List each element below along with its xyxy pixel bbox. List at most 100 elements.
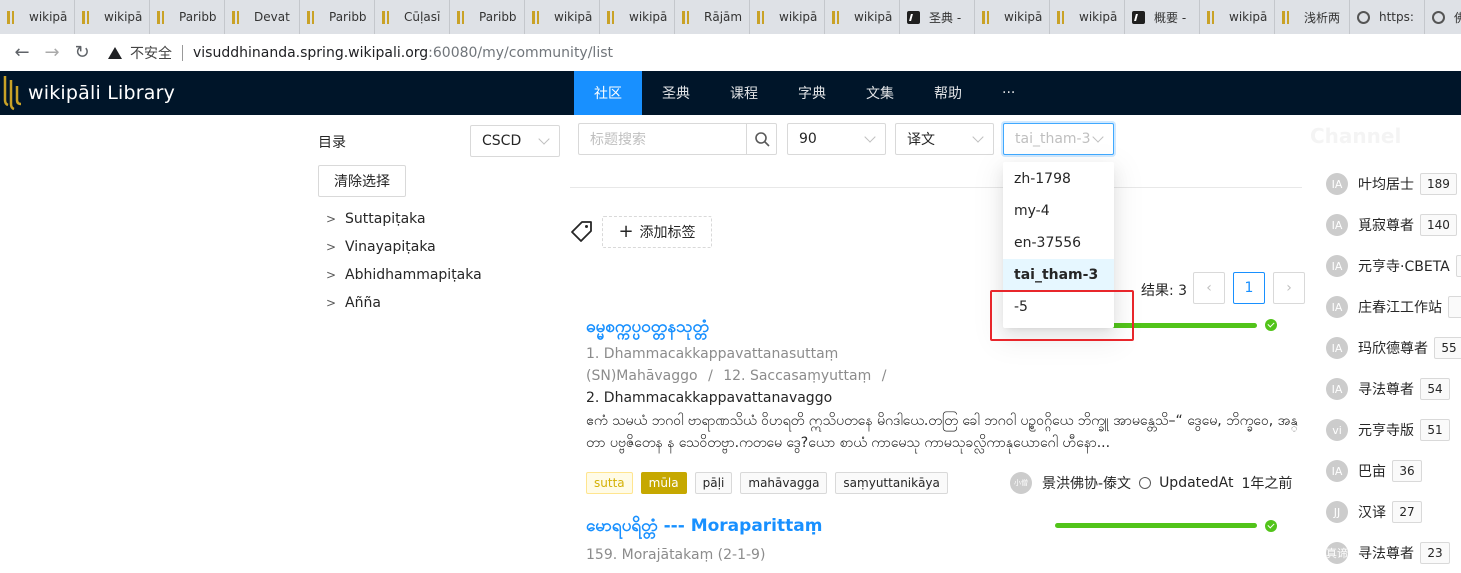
clear-selection-button[interactable]: 清除选择	[318, 165, 406, 197]
nav-item[interactable]: 社区	[574, 71, 642, 115]
logo[interactable]: wikipāli Library	[0, 71, 175, 115]
browser-tab-label: 佛陀	[1454, 9, 1461, 26]
next-page-button[interactable]: ›	[1273, 272, 1305, 304]
search-button[interactable]	[746, 123, 777, 155]
tree-node-label: Abhidhammapiṭaka	[345, 267, 482, 283]
browser-tab[interactable]: wikipā	[750, 0, 825, 34]
channel-item[interactable]: IA 叶均居士 189	[1326, 172, 1457, 196]
channel-item[interactable]: IA 元亨寺·CBETA	[1326, 254, 1461, 278]
avatar: IA	[1326, 214, 1348, 236]
channel-item[interactable]: 真谛 寻法尊者 23	[1326, 541, 1450, 565]
chevron-right-icon[interactable]: >	[326, 212, 345, 226]
browser-tab[interactable]: Paribb	[150, 0, 225, 34]
browser-tab[interactable]: 概要 -	[1125, 0, 1200, 34]
author-name[interactable]: 景洪佛协-傣文	[1042, 473, 1131, 493]
article-subtitle: 159. Morajātakaṃ (2-1-9)	[586, 547, 766, 563]
browser-tab[interactable]: Devat	[225, 0, 300, 34]
channel-item[interactable]: IA 庄春江工作站	[1326, 295, 1461, 319]
chevron-down-icon	[864, 131, 876, 143]
avatar: JJ	[1326, 501, 1348, 523]
chevron-right-icon[interactable]: >	[326, 240, 345, 254]
browser-tab[interactable]: 浅析两	[1275, 0, 1350, 34]
dropdown-option[interactable]: my-4	[1003, 195, 1114, 227]
browser-tab[interactable]: wikipā	[75, 0, 150, 34]
article-excerpt: ဧကံ သမယံ ဘဂဝါ ဗာရာဏသိယံ ဝိဟရတိ ဣသိပတနေ မ…	[586, 413, 1298, 451]
browser-tab[interactable]: 圣典 -	[900, 0, 975, 34]
channel-count: 23	[1420, 542, 1450, 564]
browser-tab[interactable]: wikipā	[1200, 0, 1275, 34]
browser-tab[interactable]: Cūḷasī	[375, 0, 450, 34]
browser-tab-label: 概要 -	[1154, 10, 1187, 25]
channel-select[interactable]: tai_tham-3	[1003, 123, 1114, 155]
channel-item[interactable]: IA 寻法尊者 54	[1326, 377, 1450, 401]
channel-count	[1455, 255, 1461, 277]
dropdown-option[interactable]: en-37556	[1003, 227, 1114, 259]
tree-node[interactable]: > Abhidhammapiṭaka	[318, 261, 560, 289]
browser-address-bar: ← → ↻ 不安全 visuddhinanda.spring.wikipali.…	[0, 34, 1461, 71]
browser-tab-strip: wikipā wikipā Paribb Devat Paribb Cūḷasī Parib…	[0, 0, 1461, 34]
channel-item[interactable]: IA 覓寂尊者 140	[1326, 213, 1457, 237]
type-select[interactable]: 译文	[895, 123, 994, 155]
tag-chip[interactable]: mahāvagga	[740, 472, 828, 494]
browser-tab[interactable]: wikipā	[600, 0, 675, 34]
breadcrumb-item[interactable]: (SN)Mahāvaggo	[586, 368, 698, 384]
page-1-button[interactable]: 1	[1233, 272, 1265, 304]
browser-tab[interactable]: https:	[1350, 0, 1425, 34]
nav-item[interactable]: 字典	[778, 71, 846, 115]
nav-item[interactable]: 文集	[846, 71, 914, 115]
browser-tab[interactable]: Paribb	[300, 0, 375, 34]
language-select[interactable]: 90	[787, 123, 886, 155]
channel-name: 玛欣德尊者	[1358, 341, 1428, 357]
type-select-value: 译文	[907, 132, 935, 148]
nav-item[interactable]: 课程	[710, 71, 778, 115]
more-nav-item[interactable]: ···	[982, 71, 1035, 115]
source-select[interactable]: CSCD	[470, 125, 560, 157]
browser-tab[interactable]: Paribb	[450, 0, 525, 34]
article-author: 小僧 景洪佛协-傣文 UpdatedAt 1年之前	[1010, 472, 1292, 494]
channel-item[interactable]: JJ 汉译 27	[1326, 500, 1422, 524]
avatar: IA	[1326, 337, 1348, 359]
article-title[interactable]: မောရပရိတ္တံ --- Moraparittaṃ	[586, 515, 822, 540]
language-select-value: 90	[799, 131, 817, 147]
tag-chip[interactable]: pāḷi	[694, 472, 733, 494]
back-icon[interactable]: ←	[10, 41, 34, 65]
channel-name: 汉译	[1358, 505, 1386, 521]
dropdown-option[interactable]: tai_tham-3	[1003, 259, 1114, 291]
search-input[interactable]: 标题搜索	[578, 123, 747, 155]
reload-icon[interactable]: ↻	[70, 41, 94, 65]
tree-node[interactable]: > Suttapiṭaka	[318, 205, 560, 233]
article-subtitle: 1. Dhammacakkappavattanasuttaṃ	[586, 346, 839, 362]
browser-tab[interactable]: Rājām	[675, 0, 750, 34]
browser-tab[interactable]: wikipā	[1050, 0, 1125, 34]
breadcrumb-item[interactable]: 12. Saccasaṃyuttaṃ	[723, 368, 871, 384]
chevron-down-icon	[1092, 131, 1104, 143]
add-tag-button[interactable]: + 添加标签	[602, 216, 712, 248]
tree-node[interactable]: > Vinayapiṭaka	[318, 233, 560, 261]
logo-icon	[3, 76, 22, 111]
channel-item[interactable]: vi 元亨寺版 51	[1326, 418, 1450, 442]
prev-page-button[interactable]: ‹	[1193, 272, 1225, 304]
wikipali-icon	[982, 10, 995, 24]
browser-tab[interactable]: wikipā	[975, 0, 1050, 34]
url-field[interactable]: 不安全 visuddhinanda.spring.wikipali.org:60…	[108, 43, 613, 63]
article-title[interactable]: ဓမ္မစက္ကပ္ပဝတ္တနသုတ္တံ	[586, 316, 709, 341]
tree-node[interactable]: > Añña	[318, 289, 560, 317]
tag-chip[interactable]: mūla	[640, 472, 687, 494]
tag-chip[interactable]: saṃyuttanikāya	[835, 472, 948, 494]
nav-item[interactable]: 圣典	[642, 71, 710, 115]
channel-item[interactable]: IA 玛欣德尊者 55	[1326, 336, 1461, 360]
browser-tab[interactable]: wikipā	[0, 0, 75, 34]
channel-item[interactable]: IA 巴亩 36	[1326, 459, 1422, 483]
tag-chip[interactable]: sutta	[586, 472, 633, 494]
nav-item[interactable]: 帮助	[914, 71, 982, 115]
forward-icon[interactable]: →	[40, 41, 64, 65]
browser-tab[interactable]: 佛陀	[1425, 0, 1461, 34]
dropdown-option[interactable]: zh-1798	[1003, 163, 1114, 195]
wikipali-icon	[682, 10, 695, 24]
channel-count: 36	[1392, 460, 1422, 482]
browser-tab-label: wikipā	[554, 10, 593, 24]
chevron-right-icon[interactable]: >	[326, 268, 345, 282]
browser-tab[interactable]: wikipā	[525, 0, 600, 34]
browser-tab[interactable]: wikipā	[825, 0, 900, 34]
chevron-right-icon[interactable]: >	[326, 296, 345, 310]
